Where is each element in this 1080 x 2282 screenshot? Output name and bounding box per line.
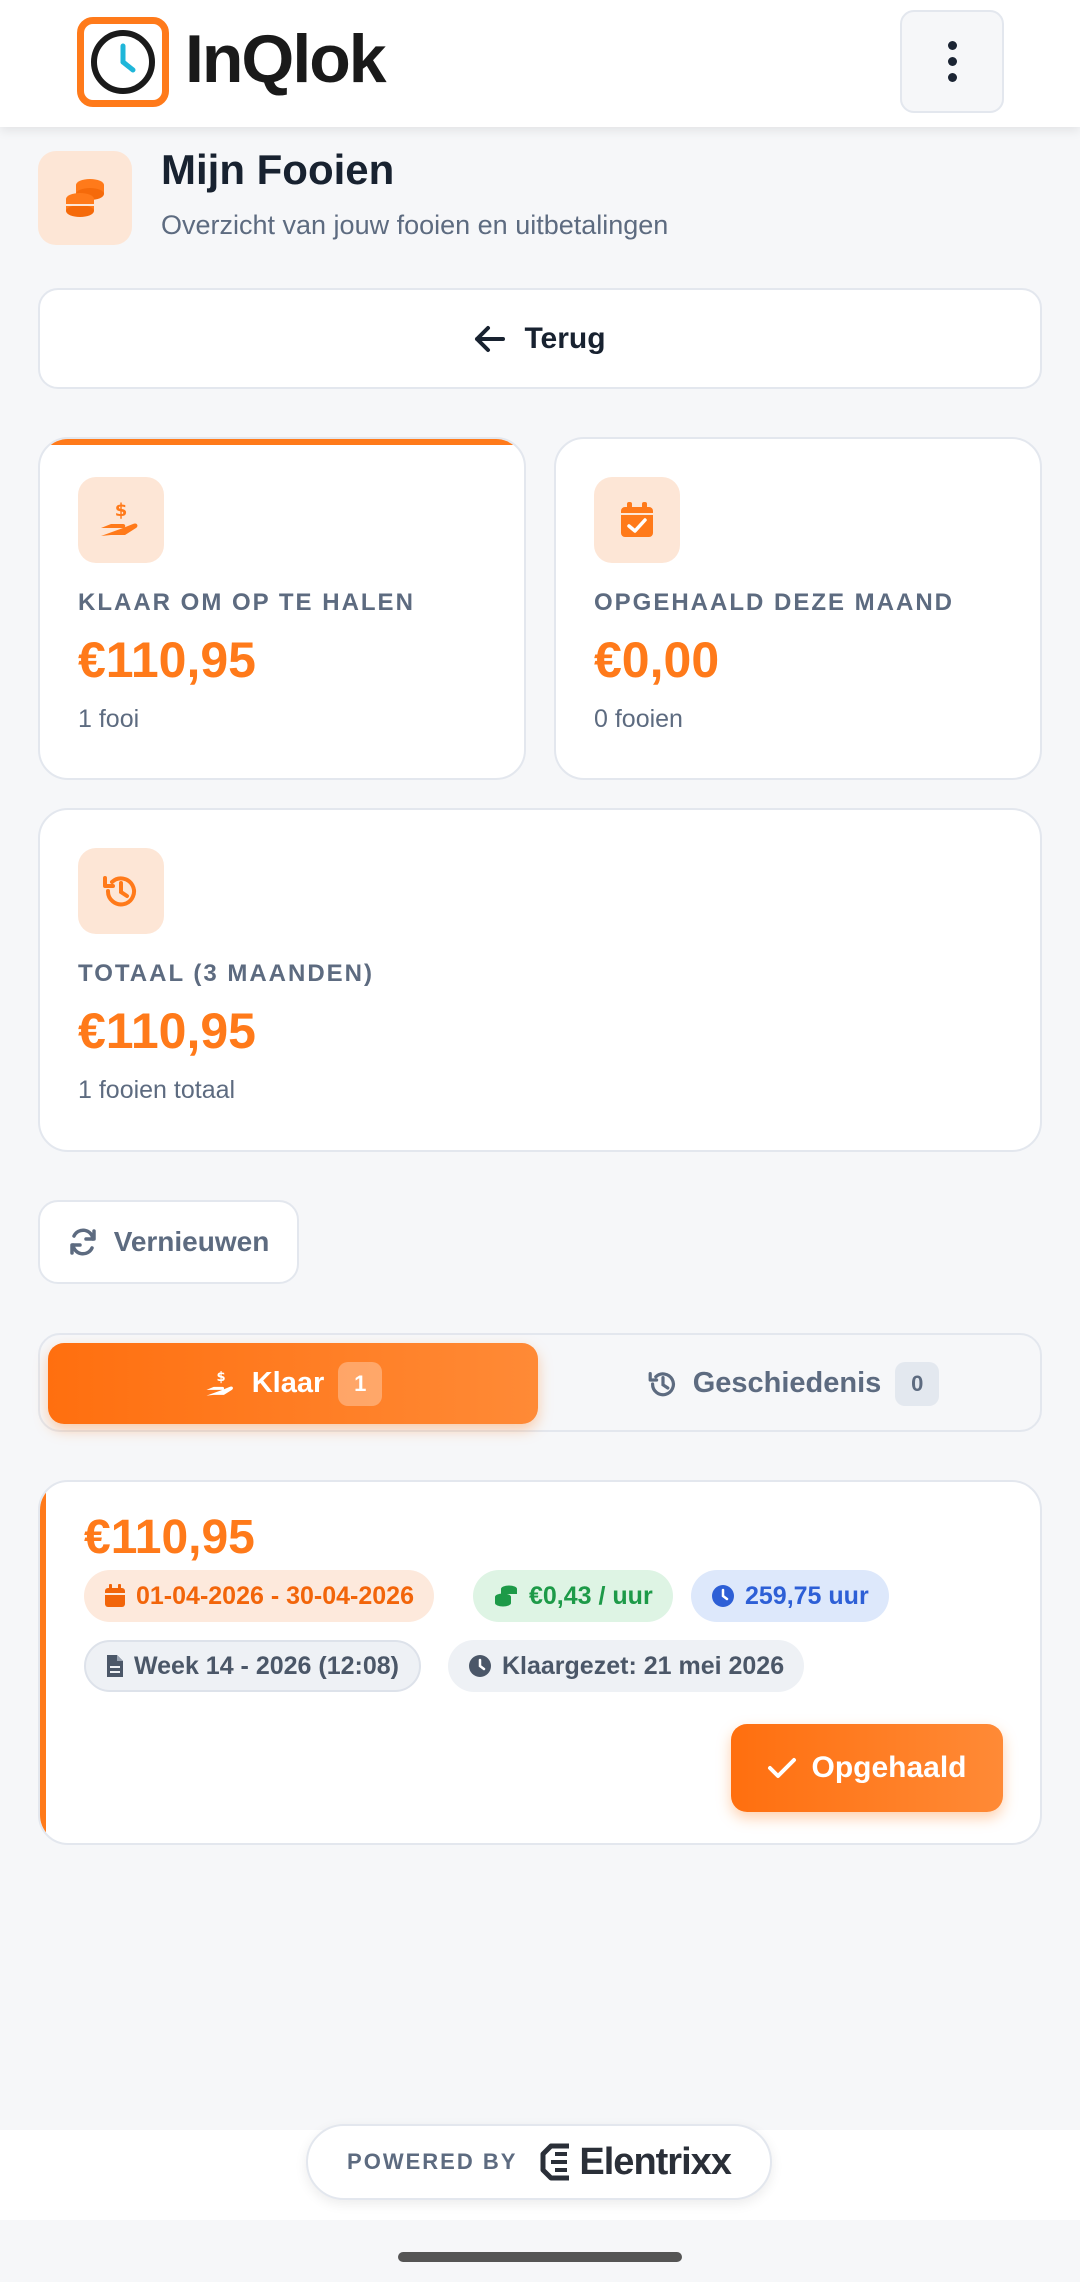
page-subtitle: Overzicht van jouw fooien en uitbetaling… [161, 210, 669, 240]
tab-klaar[interactable]: $ Klaar 1 [48, 1343, 538, 1424]
week-chip: Week 14 - 2026 (12:08) [84, 1640, 421, 1692]
check-icon [768, 1758, 797, 1778]
stat-label: OPGEHAALD DEZE MAAND [594, 589, 955, 616]
refresh-button[interactable]: Vernieuwen [38, 1200, 299, 1284]
svg-text:$: $ [216, 1370, 225, 1385]
brand-name: Elentrixx [579, 2140, 732, 2183]
stat-label: KLAAR OM OP TE HALEN [78, 589, 415, 616]
tab-label: Geschiedenis [692, 1367, 882, 1399]
refresh-icon [69, 1228, 96, 1256]
refresh-button-label: Vernieuwen [113, 1226, 270, 1257]
stat-card-total: TOTAAL (3 MAANDEN) €110,95 1 fooien tota… [38, 808, 1042, 1152]
rate-chip: €0,43 / uur [473, 1570, 673, 1622]
tab-label: Klaar [251, 1367, 325, 1399]
elentrixx-logo-icon [540, 2143, 570, 2181]
page-title: Mijn Fooien [161, 146, 395, 193]
tip-card: €110,95 01-04-2026 - 30-04-2026 €0,43 / … [38, 1480, 1042, 1845]
stat-label: TOTAAL (3 MAANDEN) [78, 960, 374, 987]
ready-date-text: Klaargezet: 21 mei 2026 [502, 1651, 785, 1680]
back-button-label: Terug [524, 321, 606, 355]
logo-clock-icon [77, 17, 169, 107]
tab-geschiedenis[interactable]: Geschiedenis 0 [550, 1343, 1036, 1424]
stat-sub: 0 fooien [594, 705, 683, 733]
stat-sub: 1 fooien totaal [78, 1076, 236, 1104]
arrow-left-icon [475, 325, 506, 352]
period-chip: 01-04-2026 - 30-04-2026 [84, 1570, 434, 1622]
calendar-check-icon [594, 477, 680, 563]
tab-count-badge: 0 [895, 1361, 940, 1406]
history-icon [648, 1371, 675, 1396]
week-text: Week 14 - 2026 (12:08) [134, 1651, 399, 1680]
ready-date-chip: Klaargezet: 21 mei 2026 [448, 1640, 805, 1692]
top-bar: InQlok [0, 0, 1080, 127]
history-icon [78, 848, 164, 934]
powered-by-text: POWERED BY [347, 2149, 518, 2174]
hand-dollar-icon: $ [206, 1370, 233, 1396]
app-logo-text: InQlok [185, 21, 387, 97]
stat-card-month: OPGEHAALD DEZE MAAND €0,00 0 fooien [554, 437, 1042, 780]
clock-icon [469, 1655, 491, 1677]
clock-icon [712, 1585, 734, 1607]
back-button[interactable]: Terug [38, 288, 1042, 389]
rate-text: €0,43 / uur [529, 1581, 653, 1610]
hours-chip: 259,75 uur [691, 1570, 889, 1622]
stat-sub: 1 fooi [78, 705, 140, 733]
period-text: 01-04-2026 - 30-04-2026 [136, 1581, 414, 1610]
hand-dollar-icon: $ [78, 477, 164, 563]
tab-bar: $ Klaar 1 Geschiedenis 0 [38, 1333, 1042, 1432]
kebab-icon[interactable] [900, 10, 1004, 113]
opgehaald-label: Opgehaald [811, 1751, 967, 1784]
file-icon [107, 1655, 123, 1677]
calendar-icon [105, 1584, 125, 1607]
stat-amount: €110,95 [78, 632, 256, 688]
hours-text: 259,75 uur [745, 1581, 869, 1610]
coins-icon [495, 1585, 517, 1607]
tip-amount: €110,95 [84, 1511, 255, 1564]
coins-icon [38, 151, 132, 245]
stat-amount: €0,00 [594, 632, 720, 688]
stat-amount: €110,95 [78, 1003, 256, 1059]
brand-logo: Elentrixx [539, 2140, 732, 2184]
stat-card-ready: $ KLAAR OM OP TE HALEN €110,95 1 fooi [38, 437, 526, 780]
tab-count-badge: 1 [338, 1361, 383, 1406]
opgehaald-button[interactable]: Opgehaald [731, 1724, 1003, 1812]
powered-by-badge[interactable]: POWERED BY Elentrixx [306, 2124, 772, 2200]
home-indicator[interactable] [398, 2252, 682, 2262]
svg-text:$: $ [115, 500, 128, 521]
